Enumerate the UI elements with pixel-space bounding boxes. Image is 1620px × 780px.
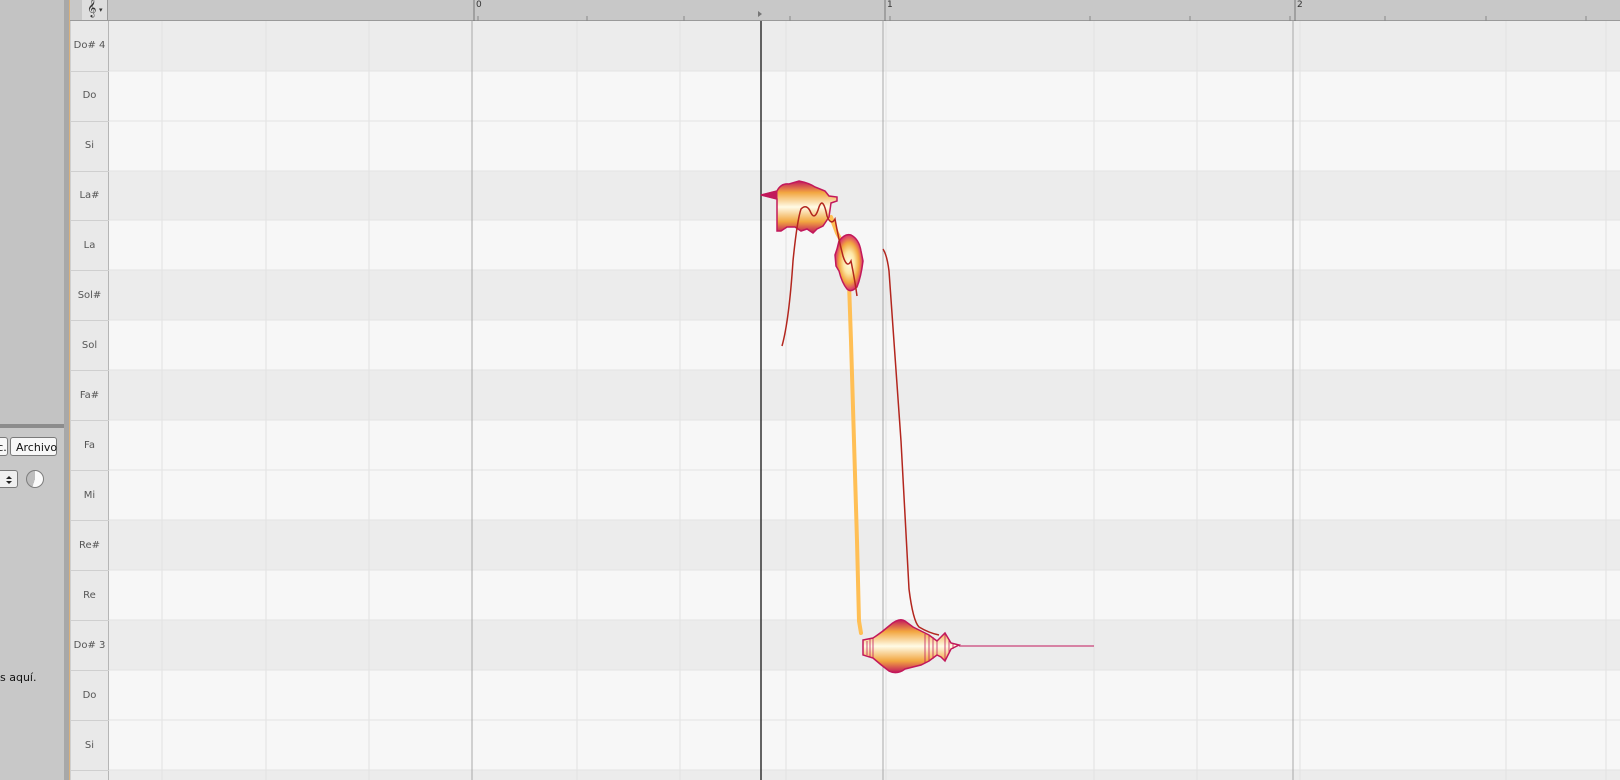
key-divider — [71, 420, 109, 421]
key-divider — [71, 71, 109, 72]
pitch-label: Si — [84, 140, 95, 151]
pitch-label: Re# — [78, 540, 101, 551]
pitch-keyboard[interactable]: Do# 4 Do Si La# La Sol# Sol Fa# Fa Mi Re… — [70, 21, 109, 780]
row-band — [109, 171, 1620, 220]
row-band — [109, 770, 1620, 780]
bar-number: 1 — [887, 0, 893, 10]
pitch-label: Do# 4 — [73, 40, 106, 51]
pitch-label: Do — [82, 690, 97, 701]
key-divider — [71, 470, 109, 471]
key-divider — [71, 370, 109, 371]
ruler-ticks — [473, 0, 1587, 21]
key-divider — [71, 620, 109, 621]
cut-button[interactable]: c. — [0, 437, 8, 456]
key-divider — [71, 720, 109, 721]
key-divider — [71, 770, 109, 771]
stepper-control[interactable] — [0, 470, 18, 488]
timeline-ruler[interactable]: 𝄞 ▾ 0 1 2 — [70, 0, 1620, 21]
key-divider — [71, 121, 109, 122]
pitch-label: La# — [79, 190, 100, 201]
key-divider — [71, 670, 109, 671]
pitch-label: Do — [82, 90, 97, 101]
key-divider — [71, 320, 109, 321]
bar-number: 0 — [476, 0, 482, 10]
key-divider — [71, 570, 109, 571]
pitch-label: Fa — [84, 440, 95, 451]
left-panel-upper-area — [0, 0, 64, 424]
pitch-label: Mi — [83, 490, 96, 501]
note-editor-grid[interactable] — [109, 21, 1620, 780]
row-band — [109, 270, 1620, 320]
pitch-label: Do# 3 — [73, 640, 106, 651]
pitch-label: Fa# — [79, 390, 100, 401]
row-band — [109, 21, 1620, 71]
key-divider — [71, 270, 109, 271]
pitch-label: Re — [83, 590, 96, 601]
hint-text: s aquí. — [0, 671, 37, 684]
key-divider — [71, 520, 109, 521]
volume-knob[interactable] — [26, 470, 44, 488]
pitch-label: Si — [84, 740, 95, 751]
row-band — [109, 520, 1620, 570]
row-band — [109, 370, 1620, 420]
pitch-label: Sol# — [77, 290, 102, 301]
note-editor-canvas[interactable] — [109, 21, 1620, 780]
up-down-arrows-icon — [6, 476, 12, 484]
key-divider — [71, 220, 109, 221]
pitch-label: La — [83, 240, 96, 251]
playhead-marker-icon[interactable] — [758, 11, 762, 17]
bar-number: 2 — [1297, 0, 1303, 10]
key-divider — [71, 171, 109, 172]
file-button[interactable]: Archivo — [10, 437, 57, 456]
left-side-panel: c. Archivo s aquí. — [0, 0, 64, 780]
pitch-label: Sol — [81, 340, 98, 351]
